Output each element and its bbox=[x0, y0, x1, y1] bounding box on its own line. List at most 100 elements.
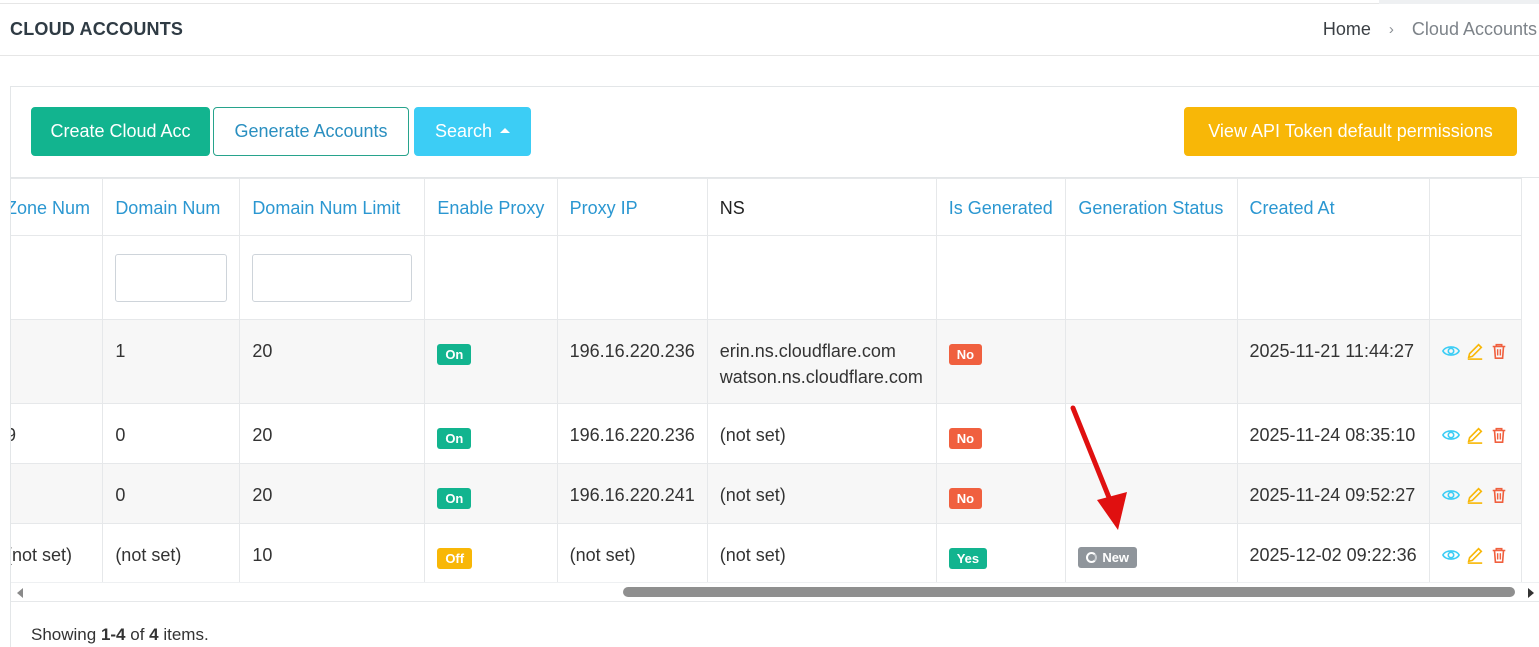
page-header: CLOUD ACCOUNTS Home › Cloud Accounts bbox=[0, 4, 1539, 56]
filter-cell bbox=[1428, 235, 1523, 320]
summary-range: 1-4 bbox=[100, 625, 126, 644]
cell-enable-proxy: On bbox=[424, 319, 558, 404]
filter-cell bbox=[556, 235, 708, 320]
col-header-created-at[interactable]: Created At bbox=[1236, 178, 1430, 236]
delete-trash-icon[interactable] bbox=[1490, 486, 1508, 504]
summary-total: 4 bbox=[149, 625, 159, 644]
cell-domain-limit: 20 bbox=[239, 319, 426, 404]
delete-trash-icon[interactable] bbox=[1490, 546, 1508, 564]
summary-prefix: Showing bbox=[31, 625, 101, 644]
table-scroll-container[interactable]: Zone Num Domain Num Domain Num Limit Ena… bbox=[11, 177, 1539, 582]
ns-line: (not set) bbox=[719, 545, 786, 565]
cell-zone-num: 9 bbox=[11, 403, 104, 464]
generation-status-label: New bbox=[1102, 550, 1130, 565]
cell-created-at: 2025-11-24 08:35:10 bbox=[1236, 403, 1430, 464]
cell-generation-status bbox=[1065, 319, 1238, 404]
edit-pencil-icon[interactable] bbox=[1466, 426, 1484, 444]
col-header-domain-num-limit[interactable]: Domain Num Limit bbox=[239, 178, 426, 236]
proxy-status-badge: On bbox=[437, 344, 472, 365]
domain-num-limit-filter-input[interactable] bbox=[252, 254, 413, 302]
filter-cell bbox=[935, 235, 1067, 320]
filter-row bbox=[11, 235, 1523, 320]
edit-pencil-icon[interactable] bbox=[1466, 546, 1484, 564]
filter-cell bbox=[239, 235, 426, 320]
search-toggle-button[interactable]: Search bbox=[414, 107, 531, 156]
view-eye-icon[interactable] bbox=[1441, 546, 1460, 564]
generate-accounts-button[interactable]: Generate Accounts bbox=[213, 107, 409, 156]
cell-ns: (not set) bbox=[706, 403, 937, 464]
cell-is-generated: Yes bbox=[935, 523, 1067, 582]
delete-trash-icon[interactable] bbox=[1490, 342, 1508, 360]
horizontal-scrollbar[interactable] bbox=[11, 582, 1539, 600]
cell-enable-proxy: Off bbox=[424, 523, 558, 582]
table-row: 1 20 On 196.16.220.236 erin.ns.cloudflar… bbox=[11, 319, 1523, 404]
cell-proxy-ip: 196.16.220.236 bbox=[556, 403, 708, 464]
cell-actions bbox=[1428, 403, 1523, 464]
caret-up-icon bbox=[500, 128, 511, 133]
filter-cell bbox=[1065, 235, 1238, 320]
cell-domain-num: 1 bbox=[102, 319, 241, 404]
table-row: 9 0 20 On 196.16.220.236 (not set) No 20… bbox=[11, 403, 1523, 464]
col-header-ns: NS bbox=[706, 178, 937, 236]
col-header-generation-status[interactable]: Generation Status bbox=[1065, 178, 1238, 236]
filter-cell bbox=[424, 235, 558, 320]
cell-created-at: 2025-11-21 11:44:27 bbox=[1236, 319, 1430, 404]
create-cloud-acc-label: Create Cloud Acc bbox=[50, 121, 191, 141]
cell-is-generated: No bbox=[935, 319, 1067, 404]
proxy-status-badge: Off bbox=[437, 548, 473, 569]
create-cloud-acc-button[interactable]: Create Cloud Acc bbox=[31, 107, 210, 156]
col-header-enable-proxy[interactable]: Enable Proxy bbox=[424, 178, 558, 236]
view-eye-icon[interactable] bbox=[1441, 342, 1460, 360]
delete-trash-icon[interactable] bbox=[1490, 426, 1508, 444]
col-header-proxy-ip[interactable]: Proxy IP bbox=[556, 178, 708, 236]
cell-domain-num: 0 bbox=[102, 403, 241, 464]
view-api-token-label: View API Token default permissions bbox=[1208, 121, 1493, 141]
cell-zone-num: ) bbox=[11, 463, 104, 524]
edit-pencil-icon[interactable] bbox=[1466, 486, 1484, 504]
cell-generation-status: New bbox=[1065, 523, 1238, 582]
cell-is-generated: No bbox=[935, 463, 1067, 524]
divider bbox=[11, 601, 1539, 602]
search-label: Search bbox=[434, 121, 493, 141]
domain-num-filter-input[interactable] bbox=[115, 254, 228, 302]
scroll-left-arrow-icon[interactable] bbox=[17, 588, 23, 598]
cell-proxy-ip: 196.16.220.236 bbox=[556, 319, 708, 404]
cell-enable-proxy: On bbox=[424, 463, 558, 524]
scrollbar-thumb[interactable] bbox=[623, 587, 1515, 597]
cell-zone-num bbox=[11, 319, 104, 404]
is-generated-badge: No bbox=[948, 488, 983, 509]
cell-ns: (not set) bbox=[706, 463, 937, 524]
cell-created-at: 2025-12-02 09:22:36 bbox=[1236, 523, 1430, 582]
ns-line: watson.ns.cloudflare.com bbox=[719, 367, 923, 387]
cell-domain-limit: 10 bbox=[239, 523, 426, 582]
table-header-row: Zone Num Domain Num Domain Num Limit Ena… bbox=[11, 178, 1523, 236]
chevron-right-icon: › bbox=[1388, 21, 1394, 38]
cell-proxy-ip: (not set) bbox=[556, 523, 708, 582]
cell-domain-limit: 20 bbox=[239, 403, 426, 464]
cell-proxy-ip: 196.16.220.241 bbox=[556, 463, 708, 524]
filter-cell bbox=[11, 235, 104, 320]
col-header-is-generated[interactable]: Is Generated bbox=[935, 178, 1067, 236]
filter-cell bbox=[1236, 235, 1430, 320]
cell-actions bbox=[1428, 319, 1523, 404]
spinner-icon bbox=[1086, 552, 1098, 563]
cell-actions bbox=[1428, 523, 1523, 582]
is-generated-badge: No bbox=[948, 428, 983, 449]
breadcrumb-home-link[interactable]: Home bbox=[1323, 19, 1371, 40]
breadcrumb: Home › Cloud Accounts bbox=[1323, 19, 1537, 40]
view-eye-icon[interactable] bbox=[1441, 426, 1460, 444]
breadcrumb-current: Cloud Accounts bbox=[1411, 19, 1537, 39]
col-header-domain-num[interactable]: Domain Num bbox=[102, 178, 241, 236]
cell-actions bbox=[1428, 463, 1523, 524]
view-api-token-permissions-button[interactable]: View API Token default permissions bbox=[1184, 107, 1517, 156]
cell-created-at: 2025-11-24 09:52:27 bbox=[1236, 463, 1430, 524]
view-eye-icon[interactable] bbox=[1441, 486, 1460, 504]
col-header-zone-num[interactable]: Zone Num bbox=[11, 178, 104, 236]
cell-domain-num: 0 bbox=[102, 463, 241, 524]
edit-pencil-icon[interactable] bbox=[1466, 342, 1484, 360]
scroll-right-arrow-icon[interactable] bbox=[1528, 588, 1534, 598]
page-title: CLOUD ACCOUNTS bbox=[10, 19, 184, 39]
cell-enable-proxy: On bbox=[424, 403, 558, 464]
summary-middle: of bbox=[125, 625, 150, 644]
accounts-table: Zone Num Domain Num Domain Num Limit Ena… bbox=[11, 178, 1523, 582]
